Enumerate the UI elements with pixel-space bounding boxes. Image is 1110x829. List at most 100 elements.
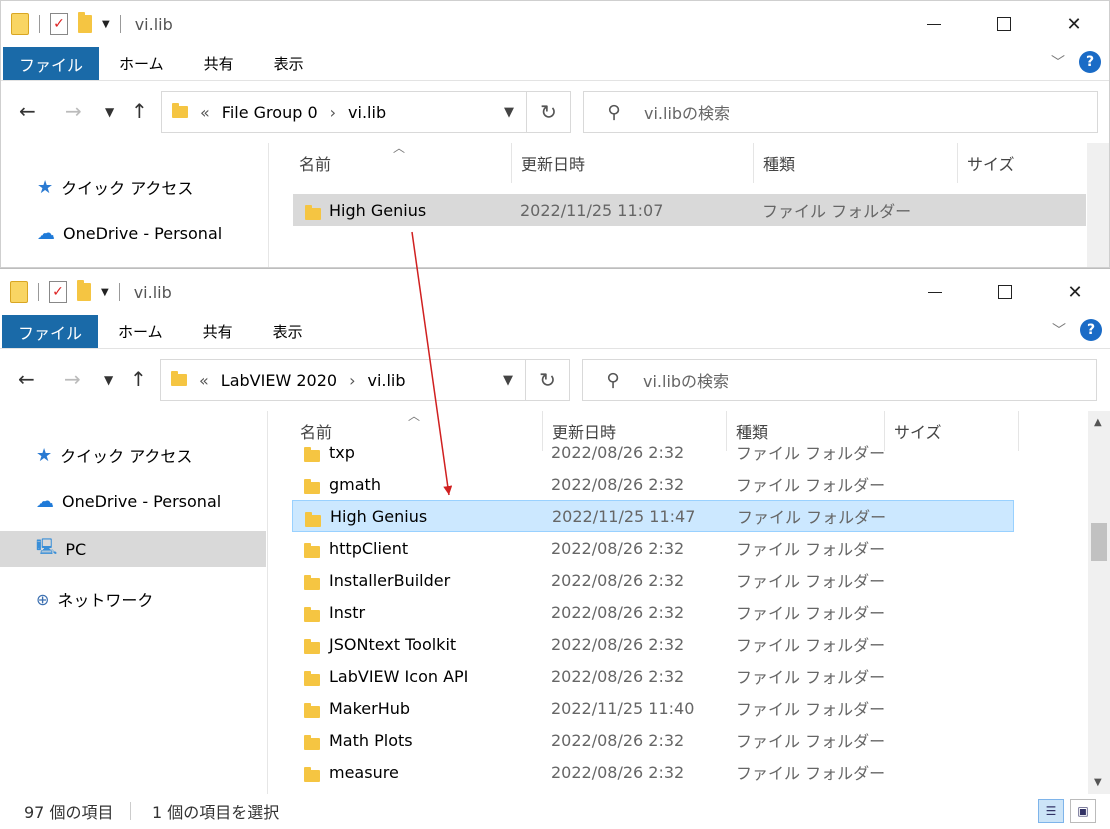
- folder-icon: [304, 735, 320, 754]
- sidebar-item-onedrive[interactable]: ☁ OneDrive - Personal: [36, 491, 221, 512]
- table-row[interactable]: High Genius 2022/11/25 11:07 ファイル フォルダー: [293, 194, 1086, 226]
- file-name: High Genius: [329, 200, 427, 220]
- table-row[interactable]: MakerHub 2022/11/25 11:40 ファイル フォルダー: [292, 692, 1014, 724]
- file-type: ファイル フォルダー: [736, 636, 886, 655]
- back-arrow-icon[interactable]: ←: [18, 367, 35, 391]
- minimize-button[interactable]: [900, 269, 970, 315]
- item-count: 97 個の項目: [24, 803, 114, 822]
- tab-share[interactable]: 共有: [183, 315, 253, 348]
- column-divider[interactable]: [753, 143, 754, 183]
- sidebar-item-pc[interactable]: 🖳 PC: [0, 531, 266, 567]
- table-row[interactable]: High Genius 2022/11/25 11:47 ファイル フォルダー: [292, 500, 1014, 532]
- maximize-button[interactable]: [970, 269, 1040, 315]
- sidebar-item-network[interactable]: ⊕ ネットワーク: [36, 587, 153, 611]
- sort-ascending-icon: ︿: [393, 141, 406, 155]
- minimize-button[interactable]: [899, 1, 969, 47]
- tab-view[interactable]: 表示: [253, 315, 323, 348]
- sidebar-item-label: ネットワーク: [57, 591, 154, 610]
- table-row[interactable]: JSONtext Toolkit 2022/08/26 2:32 ファイル フォルダ…: [292, 628, 1014, 660]
- selection-count: 1 個の項目を選択: [152, 803, 280, 822]
- column-header-name[interactable]: 名前: [299, 143, 331, 183]
- scrollbar[interactable]: [1087, 143, 1109, 267]
- chevron-right-icon[interactable]: ›: [349, 371, 355, 390]
- recent-locations-chevron-icon[interactable]: ▼: [104, 373, 113, 387]
- tab-view[interactable]: 表示: [254, 47, 324, 80]
- breadcrumb-segment[interactable]: vi.lib: [367, 371, 405, 390]
- recent-locations-chevron-icon[interactable]: ▼: [105, 105, 114, 119]
- help-icon[interactable]: ?: [1079, 51, 1101, 73]
- table-row[interactable]: gmath 2022/08/26 2:32 ファイル フォルダー: [292, 468, 1014, 500]
- table-row[interactable]: Instr 2022/08/26 2:32 ファイル フォルダー: [292, 596, 1014, 628]
- tab-file[interactable]: ファイル: [3, 47, 100, 80]
- separator: [38, 283, 39, 301]
- up-arrow-icon[interactable]: ↑: [131, 99, 148, 123]
- table-row[interactable]: txp 2022/08/26 2:32 ファイル フォルダー: [292, 436, 1014, 468]
- help-icon[interactable]: ?: [1080, 319, 1102, 341]
- properties-icon[interactable]: ✓: [49, 281, 67, 303]
- address-bar[interactable]: « File Group 0 › vi.lib ▼ ↻: [161, 91, 571, 133]
- scroll-up-chevron-icon[interactable]: ▲: [1094, 417, 1102, 428]
- title-bar: ✓ ▼ vi.lib ✕: [0, 269, 1110, 315]
- breadcrumb-segment[interactable]: LabVIEW 2020: [221, 371, 337, 390]
- back-arrow-icon[interactable]: ←: [19, 99, 36, 123]
- scrollbar[interactable]: ▲ ▼: [1088, 411, 1110, 794]
- address-bar[interactable]: « LabVIEW 2020 › vi.lib ▼ ↻: [160, 359, 570, 401]
- tab-share[interactable]: 共有: [184, 47, 254, 80]
- new-folder-icon[interactable]: [77, 280, 91, 301]
- search-input[interactable]: ⚲ vi.libの検索: [582, 359, 1097, 401]
- sidebar-item-quick-access[interactable]: ★ クイック アクセス: [36, 443, 192, 467]
- file-date: 2022/08/26 2:32: [551, 634, 685, 654]
- file-name: measure: [329, 762, 399, 782]
- up-arrow-icon[interactable]: ↑: [130, 367, 147, 391]
- file-date: 2022/08/26 2:32: [551, 762, 685, 782]
- column-divider[interactable]: [957, 143, 958, 183]
- maximize-button[interactable]: [969, 1, 1039, 47]
- close-button[interactable]: ✕: [1040, 269, 1110, 315]
- tab-home[interactable]: ホーム: [98, 315, 183, 348]
- close-button[interactable]: ✕: [1039, 1, 1109, 47]
- column-header-type[interactable]: 種類: [763, 143, 795, 183]
- file-name: gmath: [329, 474, 381, 494]
- refresh-icon[interactable]: ↻: [526, 92, 570, 132]
- file-date: 2022/08/26 2:32: [551, 538, 685, 558]
- file-name: JSONtext Toolkit: [329, 634, 457, 654]
- expand-ribbon-chevron-icon[interactable]: ﹀: [1052, 320, 1066, 340]
- path-overflow[interactable]: «: [200, 103, 210, 122]
- table-row[interactable]: LabVIEW Icon API 2022/08/26 2:32 ファイル フォルダ…: [292, 660, 1014, 692]
- customize-toolbar-chevron-icon[interactable]: ▼: [102, 19, 110, 30]
- tab-home[interactable]: ホーム: [99, 47, 184, 80]
- column-header-date[interactable]: 更新日時: [521, 143, 585, 183]
- new-folder-icon[interactable]: [78, 12, 92, 33]
- folder-icon: [304, 575, 320, 594]
- network-icon: ⊕: [36, 589, 50, 609]
- scroll-down-chevron-icon[interactable]: ▼: [1094, 777, 1102, 788]
- file-date: 2022/08/26 2:32: [551, 570, 685, 590]
- forward-arrow-icon[interactable]: →: [64, 367, 81, 391]
- search-input[interactable]: ⚲ vi.libの検索: [583, 91, 1098, 133]
- tab-file[interactable]: ファイル: [2, 315, 99, 348]
- properties-icon[interactable]: ✓: [50, 13, 68, 35]
- refresh-icon[interactable]: ↻: [525, 360, 569, 400]
- table-row[interactable]: httpClient 2022/08/26 2:32 ファイル フォルダー: [292, 532, 1014, 564]
- path-overflow[interactable]: «: [199, 371, 209, 390]
- scrollbar-thumb[interactable]: [1091, 523, 1107, 561]
- table-row[interactable]: Math Plots 2022/08/26 2:32 ファイル フォルダー: [292, 724, 1014, 756]
- details-view-icon[interactable]: ☰: [1038, 799, 1064, 823]
- breadcrumb-segment[interactable]: File Group 0: [222, 103, 318, 122]
- large-icons-view-icon[interactable]: ▣: [1070, 799, 1096, 823]
- table-row[interactable]: InstallerBuilder 2022/08/26 2:32 ファイル フォルダ…: [292, 564, 1014, 596]
- sidebar-item-quick-access[interactable]: ★ クイック アクセス: [37, 175, 193, 199]
- forward-arrow-icon[interactable]: →: [65, 99, 82, 123]
- customize-toolbar-chevron-icon[interactable]: ▼: [101, 287, 109, 298]
- column-header-size[interactable]: サイズ: [967, 143, 1015, 183]
- address-dropdown-chevron-icon[interactable]: ▼: [492, 105, 526, 120]
- expand-ribbon-chevron-icon[interactable]: ﹀: [1051, 52, 1065, 72]
- address-dropdown-chevron-icon[interactable]: ▼: [491, 373, 525, 388]
- table-row[interactable]: measure 2022/08/26 2:32 ファイル フォルダー: [292, 756, 1014, 788]
- breadcrumb-segment[interactable]: vi.lib: [348, 103, 386, 122]
- file-name: MakerHub: [329, 698, 411, 718]
- minimize-icon: [927, 23, 941, 25]
- sidebar-item-onedrive[interactable]: ☁ OneDrive - Personal: [37, 223, 222, 244]
- chevron-right-icon[interactable]: ›: [330, 103, 336, 122]
- column-divider[interactable]: [511, 143, 512, 183]
